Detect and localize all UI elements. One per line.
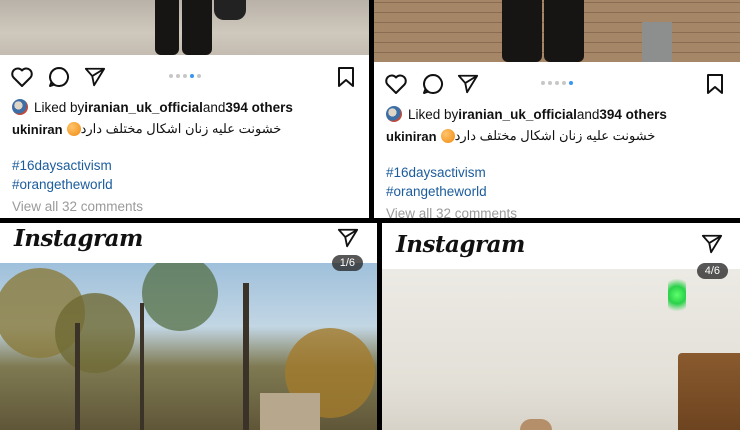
liked-by[interactable]: Liked by iranian_uk_official and 394 oth… (12, 99, 293, 115)
caption-username[interactable]: ukiniran (12, 122, 63, 137)
carousel-dot-active (569, 81, 573, 85)
comment-icon[interactable] (420, 71, 446, 97)
carousel-dot (168, 74, 173, 78)
carousel-dot (555, 81, 559, 85)
person-legs (544, 0, 584, 62)
post-image[interactable] (374, 0, 740, 62)
liked-and: and (202, 99, 226, 115)
send-icon[interactable] (337, 227, 359, 249)
hashtag-orangetheworld[interactable]: #orangetheworld (386, 184, 487, 199)
post-panel-2: Liked by iranian_uk_official and 394 oth… (374, 0, 740, 218)
post-actions (0, 64, 369, 90)
instagram-header: Instagram (382, 223, 740, 263)
post-panel-4: Instagram 4/6 (382, 223, 740, 430)
send-icon[interactable] (82, 64, 108, 90)
instagram-logo[interactable]: Instagram (396, 231, 525, 258)
post-panel-1: Liked by iranian_uk_official and 394 oth… (0, 0, 369, 218)
orange-circle-icon (66, 122, 81, 136)
carousel-dot (541, 81, 545, 85)
comment-icon[interactable] (46, 64, 72, 90)
caption-text: خشونت علیه زنان اشکال مختلف دارد (80, 121, 282, 136)
post-panel-3: Instagram 1/6 (0, 223, 377, 430)
bookmark-icon[interactable] (333, 64, 359, 90)
carousel-dot (175, 74, 180, 78)
caption: ukiniran خشونت علیه زنان اشکال مختلف دار… (12, 121, 281, 137)
carousel-dots (168, 74, 201, 78)
instagram-header: Instagram (0, 223, 377, 263)
instagram-logo[interactable]: Instagram (14, 225, 143, 252)
person-head (520, 419, 552, 430)
liker-avatar (386, 106, 402, 122)
person-bag (214, 0, 246, 20)
orange-circle-icon (440, 129, 455, 143)
wooden-door (678, 353, 740, 430)
carousel-dot (182, 74, 187, 78)
caption-username[interactable]: ukiniran (386, 129, 437, 144)
liked-and: and (576, 106, 600, 122)
bookmark-icon[interactable] (702, 71, 728, 97)
caption: ukiniran خشونت علیه زنان اشکال مختلف دار… (386, 128, 655, 144)
liker-avatar (12, 99, 28, 115)
post-actions (374, 71, 740, 97)
post-image[interactable] (0, 0, 369, 55)
green-light (668, 275, 686, 315)
liked-by[interactable]: Liked by iranian_uk_official and 394 oth… (386, 106, 667, 122)
hashtag-16daysactivism[interactable]: #16daysactivism (386, 165, 486, 180)
send-icon[interactable] (701, 233, 723, 255)
caption-text: خشونت علیه زنان اشکال مختلف دارد (454, 128, 656, 143)
view-comments-link[interactable]: View all 32 comments (386, 206, 517, 218)
carousel-dot (562, 81, 566, 85)
liked-user[interactable]: iranian_uk_official (458, 107, 577, 122)
liked-count[interactable]: 394 others (599, 107, 667, 122)
post-image[interactable]: 1/6 (0, 255, 377, 430)
liked-prefix: Liked by (408, 106, 459, 122)
tree-scene (0, 263, 375, 430)
carousel-counter: 1/6 (331, 255, 363, 271)
person-legs (155, 0, 179, 55)
liked-user[interactable]: iranian_uk_official (84, 100, 203, 115)
carousel-counter: 4/6 (696, 263, 728, 279)
hashtag-16daysactivism[interactable]: #16daysactivism (12, 158, 112, 173)
heart-icon[interactable] (383, 71, 409, 97)
carousel-dots (541, 81, 573, 85)
send-icon[interactable] (455, 71, 481, 97)
hashtag-orangetheworld[interactable]: #orangetheworld (12, 177, 113, 192)
liked-prefix: Liked by (34, 99, 85, 115)
person-legs (182, 0, 212, 55)
carousel-dot (548, 81, 552, 85)
view-comments-link[interactable]: View all 32 comments (12, 199, 143, 214)
wall-panel (642, 22, 672, 62)
heart-icon[interactable] (9, 64, 35, 90)
post-image[interactable]: 4/6 (382, 263, 740, 430)
carousel-dot (196, 74, 201, 78)
person-legs (502, 0, 542, 62)
liked-count[interactable]: 394 others (225, 100, 293, 115)
carousel-dot-active (189, 74, 194, 78)
